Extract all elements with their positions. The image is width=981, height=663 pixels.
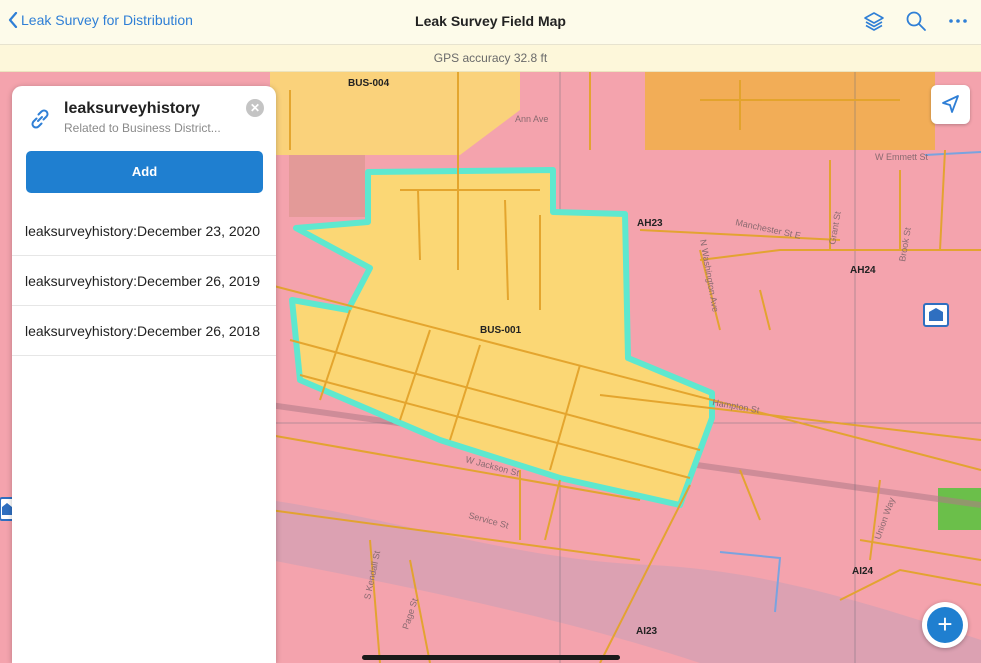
locate-button[interactable] <box>931 85 970 124</box>
related-records-panel: leaksurveyhistory Related to Business Di… <box>12 86 276 663</box>
back-label: Leak Survey for Distribution <box>21 12 193 28</box>
zone-label-ah24: AH24 <box>850 265 876 276</box>
zone-label-ah23: AH23 <box>637 218 663 229</box>
close-icon[interactable]: ✕ <box>246 99 264 117</box>
gps-accuracy-bar: GPS accuracy 32.8 ft <box>0 45 981 72</box>
zone-label-bus001: BUS-001 <box>480 325 522 336</box>
zone-label-bus004: BUS-004 <box>348 78 390 89</box>
add-feature-button[interactable]: + <box>922 602 968 648</box>
zone-label-ai23: AI23 <box>636 626 658 637</box>
back-button[interactable]: Leak Survey for Distribution <box>8 12 193 28</box>
list-item[interactable]: leaksurveyhistory:December 26, 2019 <box>12 256 276 306</box>
list-item[interactable]: leaksurveyhistory:December 23, 2020 <box>12 206 276 256</box>
panel-header: leaksurveyhistory Related to Business Di… <box>12 86 276 146</box>
street-label-ann: Ann Ave <box>515 114 548 124</box>
more-icon[interactable] <box>947 10 969 32</box>
list-item[interactable]: leaksurveyhistory:December 26, 2018 <box>12 306 276 356</box>
zone-label-ai24: AI24 <box>852 566 874 577</box>
layers-icon[interactable] <box>863 10 885 32</box>
panel-subtitle: Related to Business District... <box>64 121 221 135</box>
chevron-left-icon <box>8 12 18 28</box>
link-icon <box>27 106 53 132</box>
home-indicator <box>362 655 620 660</box>
related-records-list: leaksurveyhistory:December 23, 2020 leak… <box>12 206 276 356</box>
top-navigation-bar: Leak Survey for Distribution Leak Survey… <box>0 0 981 45</box>
panel-title: leaksurveyhistory <box>64 100 201 117</box>
street-label-emmett: W Emmett St <box>875 152 929 162</box>
facility-marker-icon[interactable] <box>923 303 949 327</box>
location-arrow-icon <box>942 95 959 113</box>
add-button[interactable]: Add <box>26 151 263 193</box>
search-icon[interactable] <box>905 10 927 32</box>
plus-icon: + <box>927 607 963 643</box>
